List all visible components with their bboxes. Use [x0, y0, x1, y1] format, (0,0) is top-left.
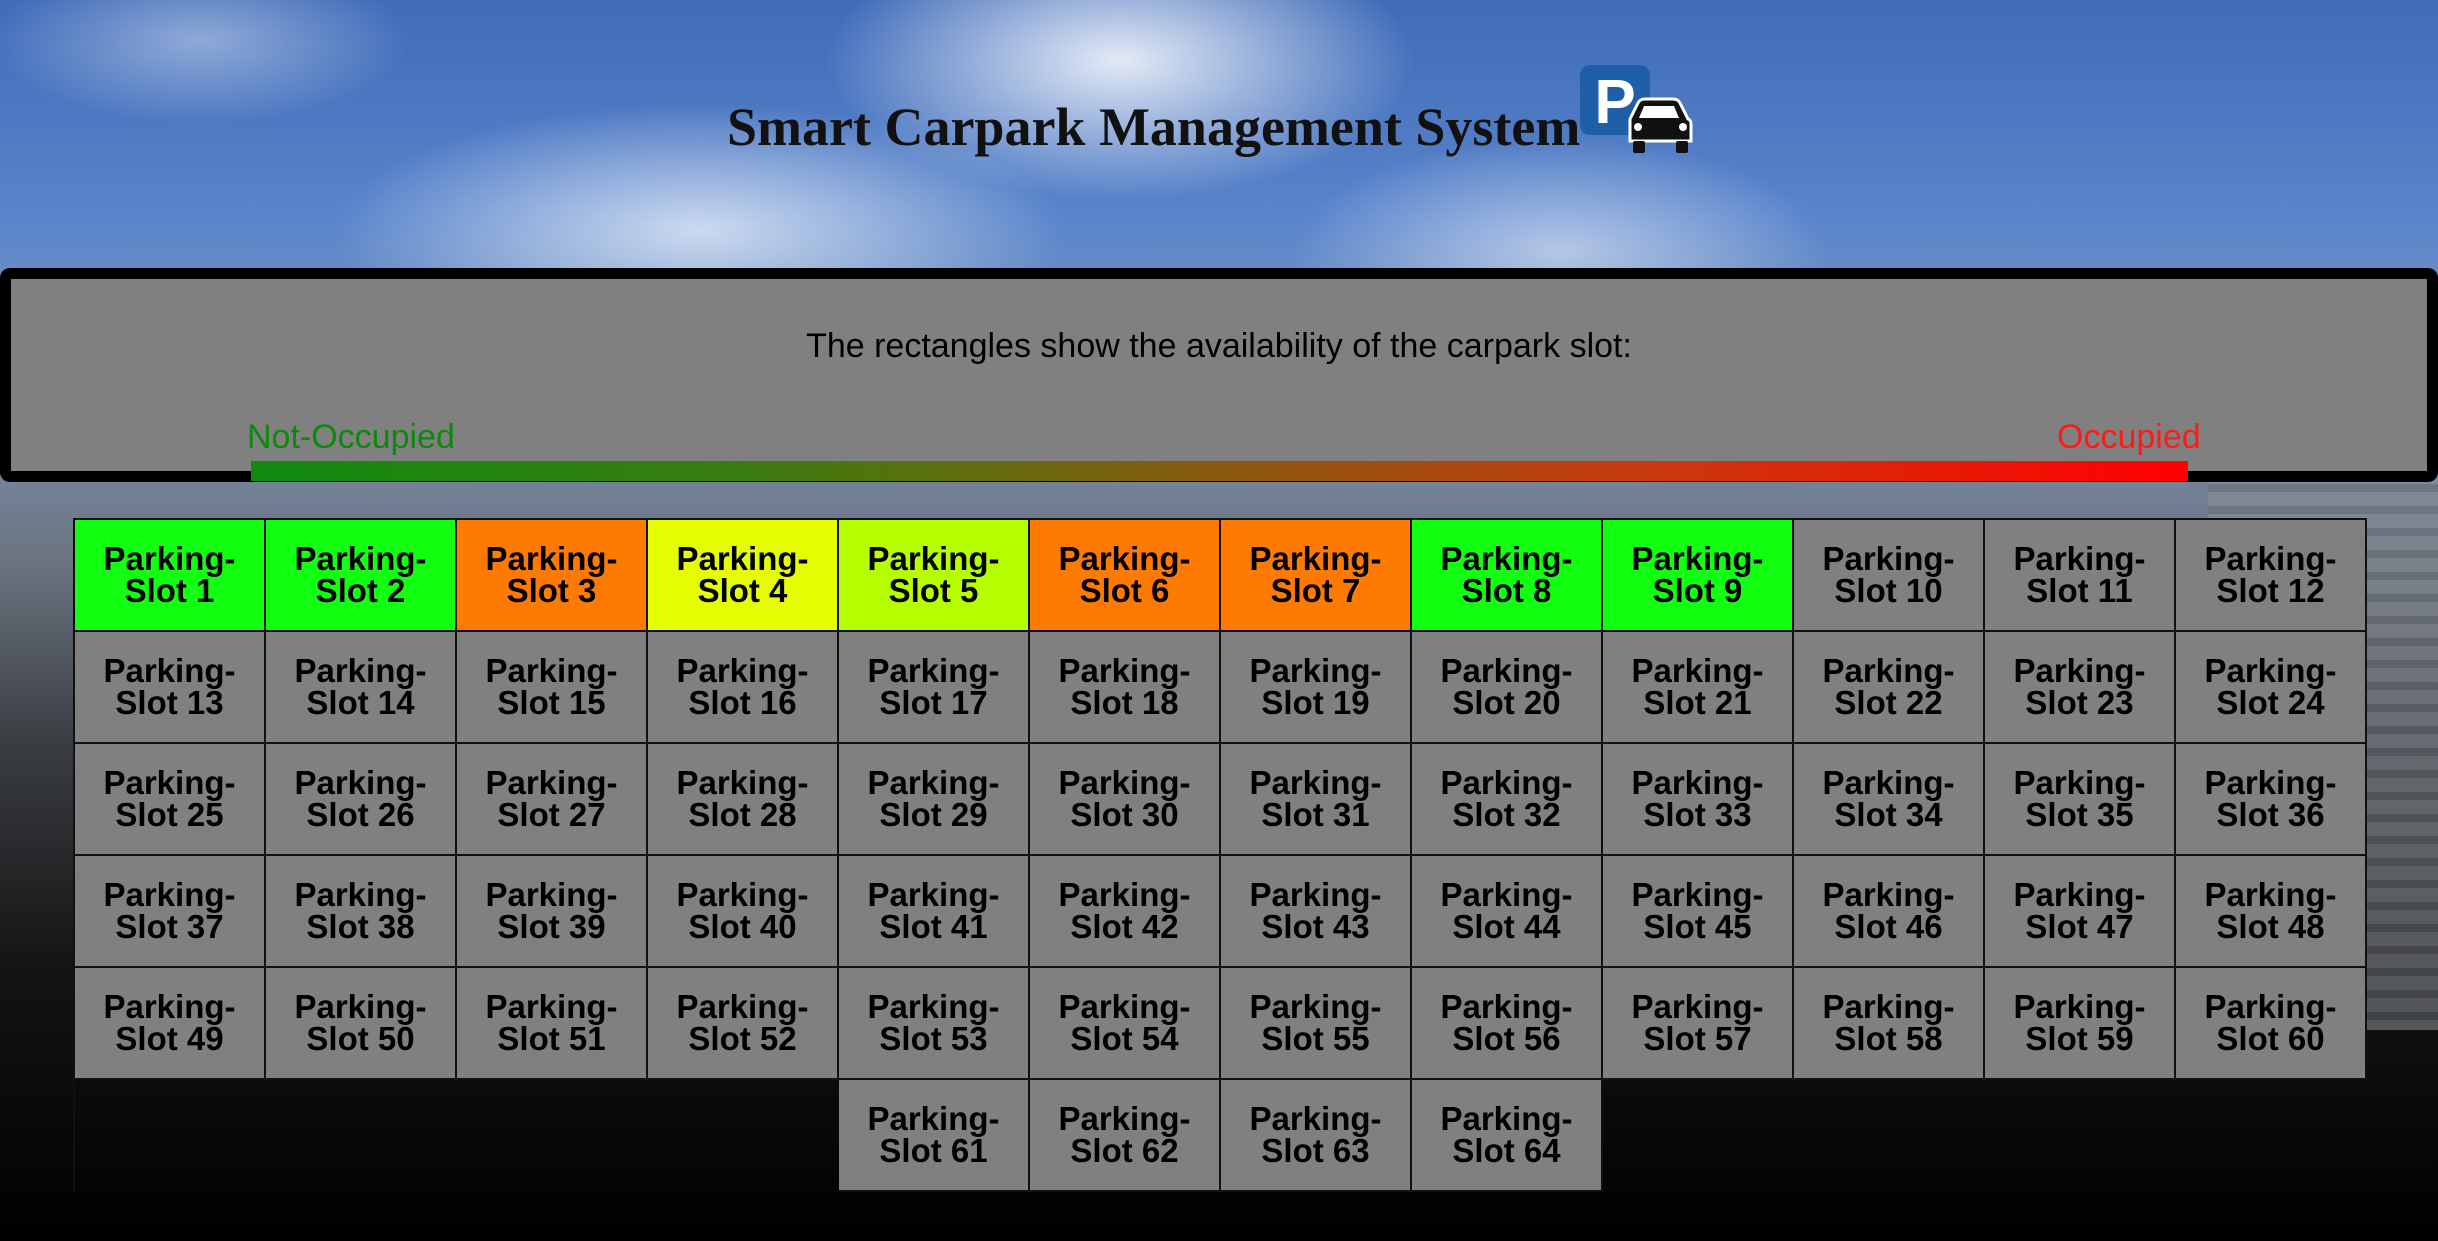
parking-slot-2: Parking-Slot 2: [266, 520, 457, 632]
parking-slot-13: Parking-Slot 13: [75, 632, 266, 744]
parking-slot-30: Parking-Slot 30: [1030, 744, 1221, 856]
parking-slot-38: Parking-Slot 38: [266, 856, 457, 968]
empty-grid-cell: [75, 1080, 266, 1192]
parking-slot-22: Parking-Slot 22: [1794, 632, 1985, 744]
parking-slot-20: Parking-Slot 20: [1412, 632, 1603, 744]
parking-slot-62: Parking-Slot 62: [1030, 1080, 1221, 1192]
availability-legend: The rectangles show the availability of …: [0, 268, 2438, 482]
parking-slot-32: Parking-Slot 32: [1412, 744, 1603, 856]
parking-slot-40: Parking-Slot 40: [648, 856, 839, 968]
empty-grid-cell: [2176, 1080, 2367, 1192]
empty-grid-cell: [266, 1080, 457, 1192]
parking-slot-51: Parking-Slot 51: [457, 968, 648, 1080]
parking-slot-4: Parking-Slot 4: [648, 520, 839, 632]
parking-car-icon: P: [1580, 65, 1693, 153]
empty-grid-cell: [457, 1080, 648, 1192]
parking-slot-59: Parking-Slot 59: [1985, 968, 2176, 1080]
empty-grid-cell: [648, 1080, 839, 1192]
parking-slot-41: Parking-Slot 41: [839, 856, 1030, 968]
parking-slot-19: Parking-Slot 19: [1221, 632, 1412, 744]
parking-slot-28: Parking-Slot 28: [648, 744, 839, 856]
parking-slot-25: Parking-Slot 25: [75, 744, 266, 856]
page-title: Smart Carpark Management System: [727, 97, 1581, 157]
parking-slot-64: Parking-Slot 64: [1412, 1080, 1603, 1192]
empty-grid-cell: [1985, 1080, 2176, 1192]
empty-grid-cell: [1603, 1080, 1794, 1192]
parking-slot-14: Parking-Slot 14: [266, 632, 457, 744]
parking-slot-63: Parking-Slot 63: [1221, 1080, 1412, 1192]
parking-slot-16: Parking-Slot 16: [648, 632, 839, 744]
parking-slot-43: Parking-Slot 43: [1221, 856, 1412, 968]
parking-slot-27: Parking-Slot 27: [457, 744, 648, 856]
parking-slot-58: Parking-Slot 58: [1794, 968, 1985, 1080]
availability-gradient-bar: [251, 461, 2188, 481]
parking-slot-grid: Parking-Slot 1 Parking-Slot 2 Parking-Slot…: [73, 518, 2367, 1192]
parking-slot-24: Parking-Slot 24: [2176, 632, 2367, 744]
parking-slot-52: Parking-Slot 52: [648, 968, 839, 1080]
parking-slot-34: Parking-Slot 34: [1794, 744, 1985, 856]
parking-slot-47: Parking-Slot 47: [1985, 856, 2176, 968]
parking-slot-35: Parking-Slot 35: [1985, 744, 2176, 856]
parking-slot-48: Parking-Slot 48: [2176, 856, 2367, 968]
not-occupied-label: Not-Occupied: [247, 418, 455, 456]
parking-slot-3: Parking-Slot 3: [457, 520, 648, 632]
parking-slot-42: Parking-Slot 42: [1030, 856, 1221, 968]
parking-slot-60: Parking-Slot 60: [2176, 968, 2367, 1080]
parking-slot-9: Parking-Slot 9: [1603, 520, 1794, 632]
parking-slot-8: Parking-Slot 8: [1412, 520, 1603, 632]
parking-slot-26: Parking-Slot 26: [266, 744, 457, 856]
legend-description: The rectangles show the availability of …: [806, 327, 1632, 365]
parking-slot-55: Parking-Slot 55: [1221, 968, 1412, 1080]
parking-slot-18: Parking-Slot 18: [1030, 632, 1221, 744]
parking-slot-15: Parking-Slot 15: [457, 632, 648, 744]
parking-slot-6: Parking-Slot 6: [1030, 520, 1221, 632]
parking-slot-53: Parking-Slot 53: [839, 968, 1030, 1080]
parking-slot-50: Parking-Slot 50: [266, 968, 457, 1080]
parking-slot-49: Parking-Slot 49: [75, 968, 266, 1080]
empty-grid-cell: [1794, 1080, 1985, 1192]
parking-slot-12: Parking-Slot 12: [2176, 520, 2367, 632]
parking-slot-21: Parking-Slot 21: [1603, 632, 1794, 744]
parking-slot-57: Parking-Slot 57: [1603, 968, 1794, 1080]
parking-slot-54: Parking-Slot 54: [1030, 968, 1221, 1080]
parking-slot-45: Parking-Slot 45: [1603, 856, 1794, 968]
parking-slot-29: Parking-Slot 29: [839, 744, 1030, 856]
parking-slot-46: Parking-Slot 46: [1794, 856, 1985, 968]
occupied-label: Occupied: [2057, 418, 2201, 456]
parking-slot-61: Parking-Slot 61: [839, 1080, 1030, 1192]
parking-slot-1: Parking-Slot 1: [75, 520, 266, 632]
parking-slot-23: Parking-Slot 23: [1985, 632, 2176, 744]
parking-slot-17: Parking-Slot 17: [839, 632, 1030, 744]
parking-slot-56: Parking-Slot 56: [1412, 968, 1603, 1080]
parking-slot-39: Parking-Slot 39: [457, 856, 648, 968]
parking-slot-7: Parking-Slot 7: [1221, 520, 1412, 632]
parking-slot-37: Parking-Slot 37: [75, 856, 266, 968]
parking-slot-10: Parking-Slot 10: [1794, 520, 1985, 632]
parking-slot-33: Parking-Slot 33: [1603, 744, 1794, 856]
parking-slot-31: Parking-Slot 31: [1221, 744, 1412, 856]
parking-slot-5: Parking-Slot 5: [839, 520, 1030, 632]
parking-slot-44: Parking-Slot 44: [1412, 856, 1603, 968]
parking-slot-36: Parking-Slot 36: [2176, 744, 2367, 856]
parking-slot-11: Parking-Slot 11: [1985, 520, 2176, 632]
